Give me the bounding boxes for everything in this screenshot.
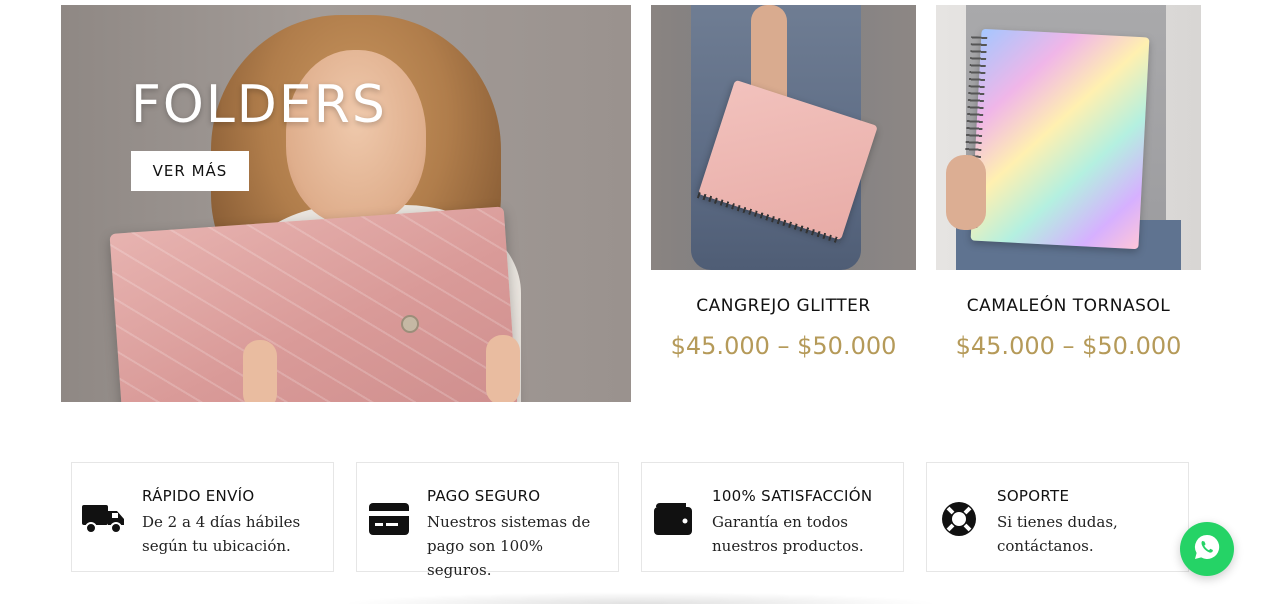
product-name[interactable]: CAMALEÓN TORNASOL [936, 296, 1201, 316]
feature-box-satisfaction: 100% SATISFACCIÓN Garantía en todos nues… [641, 462, 904, 572]
feature-title: SOPORTE [997, 487, 1070, 505]
product-image[interactable] [936, 5, 1201, 270]
hero-photo-folder-snap [401, 315, 419, 333]
hero-banner-folders[interactable]: FOLDERS VER MÁS [61, 5, 631, 402]
feature-box-support: SOPORTE Si tienes dudas, contáctanos. [926, 462, 1189, 572]
product-card-camaleon-tornasol[interactable]: CAMALEÓN TORNASOL $45.000 – $50.000 [936, 5, 1201, 360]
ver-mas-button[interactable]: VER MÁS [131, 151, 249, 191]
product-price: $45.000 – $50.000 [670, 332, 897, 360]
wallet-icon [652, 499, 696, 539]
product-card-cangrejo-glitter[interactable]: CANGREJO GLITTER $45.000 – $50.000 [651, 5, 916, 360]
hero-photo-folder [109, 206, 518, 402]
feature-text: Si tienes dudas, contáctanos. [997, 513, 1118, 555]
hero-photo-hand [486, 335, 520, 402]
truck-icon [82, 499, 126, 539]
product-photo-hand [946, 155, 986, 230]
feature-box-secure-payment: PAGO SEGURO Nuestros sistemas de pago so… [356, 462, 619, 579]
bottom-bar-shadow [340, 592, 940, 604]
feature-text: De 2 a 4 días hábiles según tu ubicación… [142, 513, 301, 555]
credit-card-icon [367, 499, 411, 539]
lifebuoy-icon [937, 499, 981, 539]
product-name[interactable]: CANGREJO GLITTER [651, 296, 916, 316]
feature-text: Garantía en todos nuestros productos. [712, 513, 864, 555]
feature-title: PAGO SEGURO [427, 487, 541, 505]
feature-text: Nuestros sistemas de pago son 100% segur… [427, 513, 591, 579]
hero-title: FOLDERS [131, 75, 387, 135]
whatsapp-icon [1192, 532, 1222, 566]
feature-title: RÁPIDO ENVÍO [142, 487, 255, 505]
product-photo-notebook [970, 28, 1150, 250]
whatsapp-button[interactable] [1180, 522, 1234, 576]
product-price: $45.000 – $50.000 [955, 332, 1182, 360]
product-image[interactable] [651, 5, 916, 270]
feature-title: 100% SATISFACCIÓN [712, 487, 873, 505]
hero-photo-hand [243, 340, 277, 402]
feature-box-shipping: RÁPIDO ENVÍO De 2 a 4 días hábiles según… [71, 462, 334, 572]
